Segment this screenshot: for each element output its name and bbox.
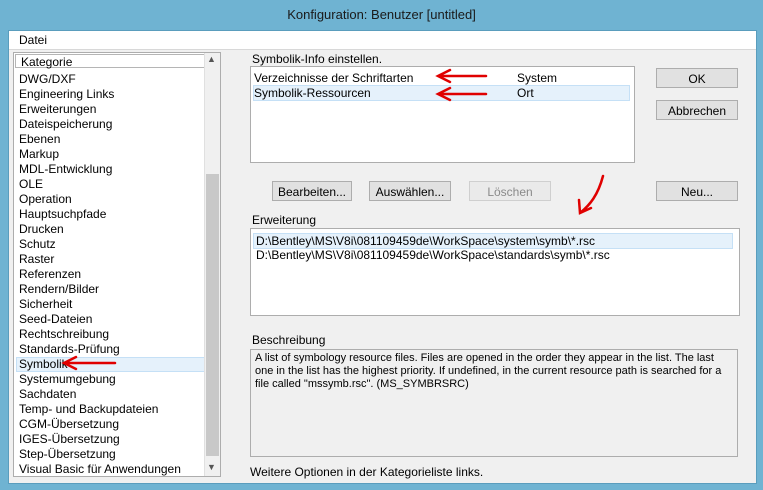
annotation-arrow-3	[577, 174, 605, 215]
annotation-arrow-1	[435, 86, 488, 102]
config-window: Konfiguration: Benutzer [untitled] Datei…	[0, 0, 763, 490]
annotation-arrow-2	[61, 355, 117, 371]
annotation-arrow-icon	[61, 68, 605, 371]
annotation-arrow-0	[435, 68, 488, 84]
